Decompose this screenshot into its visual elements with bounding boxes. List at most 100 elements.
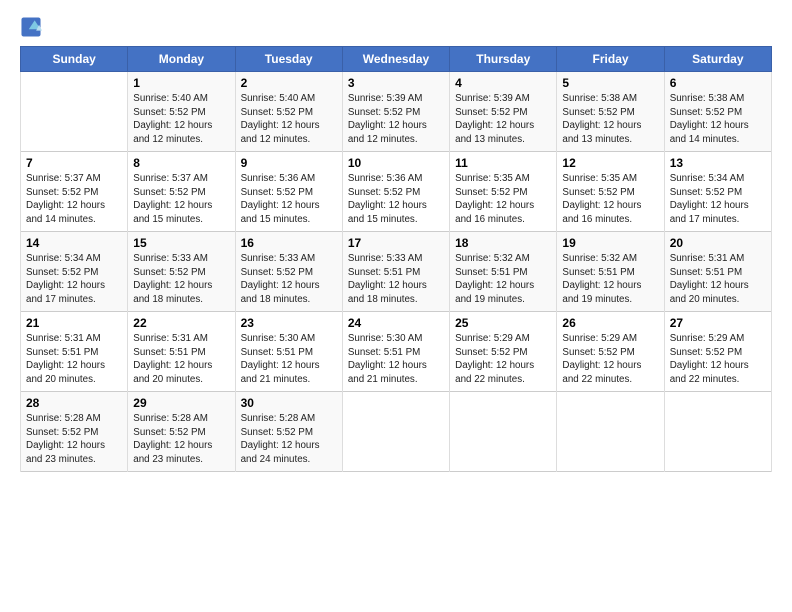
- day-number: 21: [26, 316, 122, 330]
- day-cell: 3 Sunrise: 5:39 AM Sunset: 5:52 PM Daylig…: [342, 72, 449, 152]
- day-info: Sunrise: 5:31 AM Sunset: 5:51 PM Dayligh…: [133, 332, 229, 387]
- day-number: 10: [348, 156, 444, 170]
- day-cell: 4Sunrise: 5:39 AM Sunset: 5:52 PM Daylig…: [450, 72, 557, 152]
- day-info: Sunrise: 5:29 AM Sunset: 5:52 PM Dayligh…: [455, 332, 551, 387]
- day-info: Sunrise: 5:38 AM Sunset: 5:52 PM Dayligh…: [670, 92, 766, 147]
- day-cell: 14 Sunrise: 5:34 AM Sunset: 5:52 PM Dayli…: [21, 232, 128, 312]
- day-info: Sunrise: 5:40 AM Sunset: 5:52 PM Dayligh…: [241, 92, 337, 147]
- day-cell: 15 Sunrise: 5:33 AM Sunset: 5:52 PM Dayli…: [128, 232, 235, 312]
- day-info: Sunrise: 5:34 AM Sunset: 5:52 PM Dayligh…: [26, 252, 122, 307]
- day-number: 2: [241, 76, 337, 90]
- day-number: 6: [670, 76, 766, 90]
- day-number: 22: [133, 316, 229, 330]
- day-cell: [450, 392, 557, 472]
- day-cell: 7 Sunrise: 5:37 AM Sunset: 5:52 PM Daylig…: [21, 152, 128, 232]
- day-info: Sunrise: 5:29 AM Sunset: 5:52 PM Dayligh…: [670, 332, 766, 387]
- day-cell: 19 Sunrise: 5:32 AM Sunset: 5:51 PM Dayli…: [557, 232, 664, 312]
- day-cell: 5Sunrise: 5:38 AM Sunset: 5:52 PM Daylig…: [557, 72, 664, 152]
- day-cell: 6 Sunrise: 5:38 AM Sunset: 5:52 PM Daylig…: [664, 72, 771, 152]
- day-info: Sunrise: 5:32 AM Sunset: 5:51 PM Dayligh…: [562, 252, 658, 307]
- logo-icon: [20, 16, 42, 38]
- day-cell: [664, 392, 771, 472]
- day-info: Sunrise: 5:35 AM Sunset: 5:52 PM Dayligh…: [562, 172, 658, 227]
- day-number: 15: [133, 236, 229, 250]
- day-number: 13: [670, 156, 766, 170]
- day-number: 8: [133, 156, 229, 170]
- day-cell: 24 Sunrise: 5:30 AM Sunset: 5:51 PM Dayli…: [342, 312, 449, 392]
- day-info: Sunrise: 5:31 AM Sunset: 5:51 PM Dayligh…: [26, 332, 122, 387]
- day-cell: 13 Sunrise: 5:34 AM Sunset: 5:52 PM Dayli…: [664, 152, 771, 232]
- week-row-4: 21 Sunrise: 5:31 AM Sunset: 5:51 PM Dayli…: [21, 312, 772, 392]
- day-info: Sunrise: 5:40 AM Sunset: 5:52 PM Dayligh…: [133, 92, 229, 147]
- day-cell: 18 Sunrise: 5:32 AM Sunset: 5:51 PM Dayli…: [450, 232, 557, 312]
- day-cell: 22 Sunrise: 5:31 AM Sunset: 5:51 PM Dayli…: [128, 312, 235, 392]
- day-number: 9: [241, 156, 337, 170]
- day-cell: 27 Sunrise: 5:29 AM Sunset: 5:52 PM Dayli…: [664, 312, 771, 392]
- day-info: Sunrise: 5:37 AM Sunset: 5:52 PM Dayligh…: [26, 172, 122, 227]
- day-cell: 8 Sunrise: 5:37 AM Sunset: 5:52 PM Daylig…: [128, 152, 235, 232]
- column-header-tuesday: Tuesday: [235, 47, 342, 72]
- day-number: 30: [241, 396, 337, 410]
- week-row-1: 1 Sunrise: 5:40 AM Sunset: 5:52 PM Daylig…: [21, 72, 772, 152]
- day-info: Sunrise: 5:31 AM Sunset: 5:51 PM Dayligh…: [670, 252, 766, 307]
- day-number: 1: [133, 76, 229, 90]
- day-number: 17: [348, 236, 444, 250]
- day-cell: 2 Sunrise: 5:40 AM Sunset: 5:52 PM Daylig…: [235, 72, 342, 152]
- day-info: Sunrise: 5:28 AM Sunset: 5:52 PM Dayligh…: [133, 412, 229, 467]
- logo: [20, 16, 44, 38]
- week-row-2: 7 Sunrise: 5:37 AM Sunset: 5:52 PM Daylig…: [21, 152, 772, 232]
- day-number: 5: [562, 76, 658, 90]
- day-cell: 11 Sunrise: 5:35 AM Sunset: 5:52 PM Dayli…: [450, 152, 557, 232]
- day-cell: 17 Sunrise: 5:33 AM Sunset: 5:51 PM Dayli…: [342, 232, 449, 312]
- day-cell: 10Sunrise: 5:36 AM Sunset: 5:52 PM Dayli…: [342, 152, 449, 232]
- day-info: Sunrise: 5:35 AM Sunset: 5:52 PM Dayligh…: [455, 172, 551, 227]
- day-cell: 30 Sunrise: 5:28 AM Sunset: 5:52 PM Dayli…: [235, 392, 342, 472]
- day-info: Sunrise: 5:39 AM Sunset: 5:52 PM Dayligh…: [348, 92, 444, 147]
- day-number: 18: [455, 236, 551, 250]
- day-info: Sunrise: 5:33 AM Sunset: 5:52 PM Dayligh…: [241, 252, 337, 307]
- day-number: 26: [562, 316, 658, 330]
- day-cell: [557, 392, 664, 472]
- column-header-sunday: Sunday: [21, 47, 128, 72]
- day-number: 14: [26, 236, 122, 250]
- day-number: 27: [670, 316, 766, 330]
- day-cell: 1 Sunrise: 5:40 AM Sunset: 5:52 PM Daylig…: [128, 72, 235, 152]
- day-cell: 25 Sunrise: 5:29 AM Sunset: 5:52 PM Dayli…: [450, 312, 557, 392]
- day-number: 3: [348, 76, 444, 90]
- day-number: 7: [26, 156, 122, 170]
- day-number: 4: [455, 76, 551, 90]
- header: [20, 16, 772, 38]
- day-cell: 12 Sunrise: 5:35 AM Sunset: 5:52 PM Dayli…: [557, 152, 664, 232]
- day-number: 24: [348, 316, 444, 330]
- day-cell: 21 Sunrise: 5:31 AM Sunset: 5:51 PM Dayli…: [21, 312, 128, 392]
- day-cell: 26 Sunrise: 5:29 AM Sunset: 5:52 PM Dayli…: [557, 312, 664, 392]
- day-cell: 9Sunrise: 5:36 AM Sunset: 5:52 PM Daylig…: [235, 152, 342, 232]
- day-number: 23: [241, 316, 337, 330]
- day-info: Sunrise: 5:30 AM Sunset: 5:51 PM Dayligh…: [241, 332, 337, 387]
- day-info: Sunrise: 5:28 AM Sunset: 5:52 PM Dayligh…: [241, 412, 337, 467]
- day-info: Sunrise: 5:33 AM Sunset: 5:52 PM Dayligh…: [133, 252, 229, 307]
- column-header-monday: Monday: [128, 47, 235, 72]
- column-header-saturday: Saturday: [664, 47, 771, 72]
- calendar-table: SundayMondayTuesdayWednesdayThursdayFrid…: [20, 46, 772, 472]
- day-info: Sunrise: 5:33 AM Sunset: 5:51 PM Dayligh…: [348, 252, 444, 307]
- day-number: 29: [133, 396, 229, 410]
- day-cell: 29 Sunrise: 5:28 AM Sunset: 5:52 PM Dayli…: [128, 392, 235, 472]
- day-number: 25: [455, 316, 551, 330]
- day-info: Sunrise: 5:32 AM Sunset: 5:51 PM Dayligh…: [455, 252, 551, 307]
- day-number: 11: [455, 156, 551, 170]
- day-info: Sunrise: 5:29 AM Sunset: 5:52 PM Dayligh…: [562, 332, 658, 387]
- day-cell: [342, 392, 449, 472]
- day-info: Sunrise: 5:34 AM Sunset: 5:52 PM Dayligh…: [670, 172, 766, 227]
- calendar-header-row: SundayMondayTuesdayWednesdayThursdayFrid…: [21, 47, 772, 72]
- day-number: 12: [562, 156, 658, 170]
- day-number: 19: [562, 236, 658, 250]
- day-number: 28: [26, 396, 122, 410]
- column-header-wednesday: Wednesday: [342, 47, 449, 72]
- day-info: Sunrise: 5:30 AM Sunset: 5:51 PM Dayligh…: [348, 332, 444, 387]
- day-number: 16: [241, 236, 337, 250]
- day-cell: 28Sunrise: 5:28 AM Sunset: 5:52 PM Dayli…: [21, 392, 128, 472]
- day-info: Sunrise: 5:37 AM Sunset: 5:52 PM Dayligh…: [133, 172, 229, 227]
- day-cell: 16 Sunrise: 5:33 AM Sunset: 5:52 PM Dayli…: [235, 232, 342, 312]
- day-cell: 23 Sunrise: 5:30 AM Sunset: 5:51 PM Dayli…: [235, 312, 342, 392]
